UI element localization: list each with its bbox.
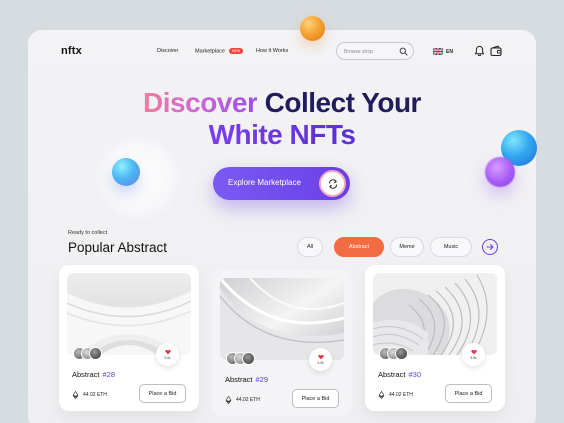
heart-icon	[317, 355, 324, 360]
like-button[interactable]: 5.5k	[309, 348, 332, 371]
like-count: 5.5k	[470, 355, 477, 360]
search-box[interactable]	[336, 42, 414, 60]
nft-artwork-image[interactable]	[67, 273, 191, 355]
ethereum-icon	[225, 396, 232, 404]
hero-title-line-1: Discover Collect Your	[0, 87, 564, 119]
section-title: Popular Abstract	[68, 240, 168, 255]
hero-title-second: White NFTs	[208, 119, 356, 150]
filter-music[interactable]: Music	[430, 237, 472, 257]
like-button[interactable]: 5.5k	[462, 343, 485, 366]
nft-card[interactable]: 5.5k Abstract #28 44.02 ETH Place a Bid	[59, 265, 199, 411]
card-title-name: Abstract	[378, 370, 406, 379]
card-title-name: Abstract	[72, 370, 100, 379]
bell-icon[interactable]	[474, 45, 485, 57]
nav-marketplace-label: Marketplace	[195, 48, 225, 55]
hero-title-rest: Collect Your	[264, 87, 422, 118]
price-value: 44.02 ETH	[389, 392, 413, 398]
nav-how-it-works[interactable]: How it Works	[256, 48, 288, 54]
exchange-icon	[328, 178, 337, 189]
card-title: Abstract #29	[225, 375, 268, 384]
logo[interactable]: nftx	[61, 45, 82, 57]
wallet-icon[interactable]	[490, 45, 502, 57]
search-icon[interactable]	[399, 47, 408, 56]
like-count: 5.5k	[317, 360, 324, 365]
place-bid-button[interactable]: Place a Bid	[445, 384, 492, 403]
search-input[interactable]	[344, 47, 400, 56]
avatar[interactable]	[242, 352, 255, 365]
card-title: Abstract #28	[72, 370, 115, 379]
heart-icon	[164, 350, 171, 355]
price-row: 44.02 ETH	[225, 396, 260, 404]
ethereum-icon	[378, 391, 385, 399]
explore-marketplace-label: Explore Marketplace	[228, 178, 301, 187]
ethereum-icon	[72, 391, 79, 399]
card-number: #28	[102, 370, 116, 379]
place-bid-button[interactable]: Place a Bid	[292, 389, 339, 408]
nav-marketplace[interactable]: Marketplace NEW	[195, 48, 244, 55]
exchange-icon-button[interactable]	[319, 170, 346, 197]
price-row: 44.02 ETH	[378, 391, 413, 399]
filter-all[interactable]: All	[297, 237, 323, 257]
nft-card[interactable]: 5.5k Abstract #29 44.02 ETH Place a Bid	[212, 270, 352, 416]
purple-sphere-decoration	[485, 157, 515, 187]
avatar[interactable]	[89, 347, 102, 360]
new-badge: NEW	[228, 48, 244, 54]
explore-marketplace-button[interactable]: Explore Marketplace	[213, 167, 350, 200]
next-arrow-button[interactable]	[482, 239, 498, 255]
nft-artwork-image[interactable]	[220, 278, 344, 360]
card-title-name: Abstract	[225, 375, 253, 384]
hero-title-line-2: White NFTs	[0, 119, 564, 151]
like-count: 5.5k	[164, 355, 171, 360]
filter-meme[interactable]: Meme	[390, 237, 424, 257]
gradient-sphere-decoration	[112, 158, 140, 186]
place-bid-button[interactable]: Place a Bid	[139, 384, 186, 403]
price-value: 44.02 ETH	[236, 397, 260, 403]
card-number: #29	[255, 375, 269, 384]
card-title: Abstract #30	[378, 370, 421, 379]
section-kicker: Ready to collect	[68, 230, 108, 236]
filter-abstract[interactable]: Abstract	[334, 237, 384, 257]
avatar[interactable]	[395, 347, 408, 360]
price-row: 44.02 ETH	[72, 391, 107, 399]
uk-flag-icon	[433, 48, 443, 55]
heart-icon	[470, 350, 477, 355]
like-button[interactable]: 5.5k	[156, 343, 179, 366]
language-label: EN	[446, 48, 453, 55]
card-number: #30	[408, 370, 422, 379]
nav-discover[interactable]: Discover	[157, 48, 178, 54]
arrow-right-icon	[486, 244, 494, 250]
price-value: 44.02 ETH	[83, 392, 107, 398]
nft-artwork-image[interactable]	[373, 273, 497, 355]
hero-title-highlight: Discover	[143, 87, 258, 118]
language-selector[interactable]: EN	[433, 47, 453, 56]
nft-card[interactable]: 5.5k Abstract #30 44.02 ETH Place a Bid	[365, 265, 505, 411]
orange-sphere-decoration	[300, 16, 325, 41]
